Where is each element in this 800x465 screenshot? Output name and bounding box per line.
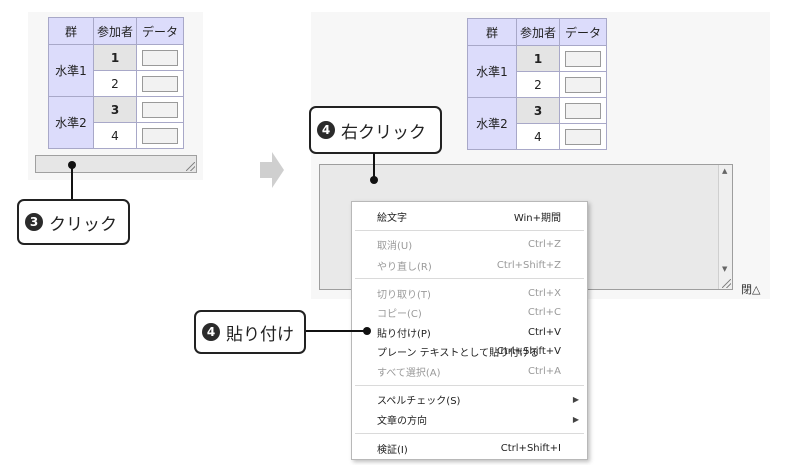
data-input[interactable]: [565, 102, 601, 119]
level-label: 水準2: [467, 97, 517, 150]
resize-grip-icon[interactable]: [186, 162, 195, 171]
menu-separator: [355, 278, 584, 279]
level-label: 水準1: [48, 44, 94, 97]
collapsed-textarea[interactable]: [35, 155, 197, 173]
menu-item-redo[interactable]: やり直し(R) Ctrl+Shift+Z: [352, 255, 587, 275]
header-data: データ: [559, 18, 607, 46]
participant-cell: 2: [93, 70, 137, 97]
step-badge: 3: [25, 213, 43, 231]
right-click-point: [370, 176, 378, 184]
context-menu: 絵文字 Win+期間 取消(U) Ctrl+Z やり直し(R) Ctrl+Shi…: [351, 201, 588, 460]
data-cell[interactable]: [559, 97, 607, 124]
data-cell[interactable]: [559, 71, 607, 98]
right-arrow-icon: [260, 152, 284, 188]
level-label: 水準1: [467, 45, 517, 98]
menu-shortcut: Ctrl+Shift+V: [496, 345, 561, 357]
callout-text: 右クリック: [341, 122, 426, 143]
menu-label: 取消(U): [377, 240, 413, 252]
chevron-up-icon[interactable]: ▲: [722, 167, 727, 175]
callout-paste: 4 貼り付け: [194, 310, 306, 354]
step-badge: 4: [202, 323, 220, 341]
menu-label: すべて選択(A): [377, 367, 441, 379]
menu-shortcut: Ctrl+X: [527, 287, 561, 299]
menu-label: 切り取り(T): [377, 289, 431, 301]
menu-separator: [355, 433, 584, 434]
data-cell[interactable]: [559, 123, 607, 150]
menu-item-paste[interactable]: 貼り付け(P) Ctrl+V: [352, 322, 587, 342]
participant-cell: 2: [516, 71, 560, 98]
data-table-left: 群 参加者 データ 水準1 1 2 水準2 3 4: [48, 17, 184, 149]
participant-cell: 1: [93, 44, 137, 71]
menu-item-paste-plain[interactable]: プレーン テキストとして貼り付ける Ctrl+Shift+V: [352, 341, 587, 361]
data-input[interactable]: [142, 101, 178, 118]
submenu-arrow-icon: ▶: [572, 414, 579, 424]
menu-item-copy[interactable]: コピー(C) Ctrl+C: [352, 302, 587, 322]
menu-item-emoji[interactable]: 絵文字 Win+期間: [352, 206, 587, 226]
menu-shortcut: Ctrl+V: [527, 326, 561, 338]
callout-text: 貼り付け: [226, 324, 294, 345]
data-cell[interactable]: [136, 122, 184, 149]
menu-shortcut: Win+期間: [513, 212, 561, 224]
menu-label: 絵文字: [377, 212, 407, 224]
data-input[interactable]: [565, 76, 601, 93]
callout-text: クリック: [49, 214, 117, 235]
menu-shortcut: Ctrl+Shift+Z: [496, 259, 561, 271]
data-cell[interactable]: [136, 44, 184, 71]
menu-label: コピー(C): [377, 308, 422, 320]
menu-label: 貼り付け(P): [377, 328, 431, 340]
data-input[interactable]: [142, 75, 178, 92]
callout-right-click: 4 右クリック: [309, 106, 442, 154]
menu-label: スペルチェック(S): [377, 395, 461, 407]
menu-label: 検証(I): [377, 444, 408, 456]
participant-cell: 3: [93, 96, 137, 123]
chevron-down-icon[interactable]: ▼: [722, 265, 727, 273]
menu-shortcut: Ctrl+C: [527, 306, 561, 318]
textarea-scrollbar[interactable]: ▲ ▼: [718, 165, 732, 289]
participant-cell: 1: [516, 45, 560, 72]
menu-shortcut: Ctrl+Shift+I: [500, 442, 561, 454]
menu-label: 文章の方向: [377, 415, 427, 427]
data-table-right: 群 参加者 データ 水準1 1 2 水準2 3 4: [467, 18, 607, 150]
data-input[interactable]: [565, 128, 601, 145]
submenu-arrow-icon: ▶: [572, 394, 579, 404]
data-input[interactable]: [565, 50, 601, 67]
participant-cell: 3: [516, 97, 560, 124]
data-cell[interactable]: [559, 45, 607, 72]
header-participant: 参加者: [516, 18, 560, 46]
menu-shortcut: Ctrl+A: [527, 365, 561, 377]
data-cell[interactable]: [136, 96, 184, 123]
menu-item-select-all[interactable]: すべて選択(A) Ctrl+A: [352, 361, 587, 381]
menu-item-direction[interactable]: 文章の方向 ▶: [352, 409, 587, 429]
level-label: 水準2: [48, 96, 94, 149]
data-input[interactable]: [142, 49, 178, 66]
header-group: 群: [467, 18, 517, 46]
menu-separator: [355, 230, 584, 231]
participant-cell: 4: [516, 123, 560, 150]
callout-pointer: [306, 330, 366, 332]
close-toggle[interactable]: 閉△: [741, 281, 760, 297]
resize-grip-icon[interactable]: [722, 279, 731, 288]
callout-pointer: [71, 165, 73, 200]
menu-item-cut[interactable]: 切り取り(T) Ctrl+X: [352, 283, 587, 303]
data-cell[interactable]: [136, 70, 184, 97]
menu-item-spellcheck[interactable]: スペルチェック(S) ▶: [352, 389, 587, 409]
header-data: データ: [136, 17, 184, 45]
header-group: 群: [48, 17, 94, 45]
paste-point: [363, 327, 371, 335]
header-participant: 参加者: [93, 17, 137, 45]
participant-cell: 4: [93, 122, 137, 149]
callout-click: 3 クリック: [17, 199, 130, 245]
menu-separator: [355, 385, 584, 386]
data-input[interactable]: [142, 127, 178, 144]
menu-shortcut: Ctrl+Z: [527, 238, 561, 250]
menu-item-undo[interactable]: 取消(U) Ctrl+Z: [352, 234, 587, 254]
menu-label: やり直し(R): [377, 261, 432, 273]
step-badge: 4: [317, 121, 335, 139]
menu-item-inspect[interactable]: 検証(I) Ctrl+Shift+I: [352, 438, 587, 458]
